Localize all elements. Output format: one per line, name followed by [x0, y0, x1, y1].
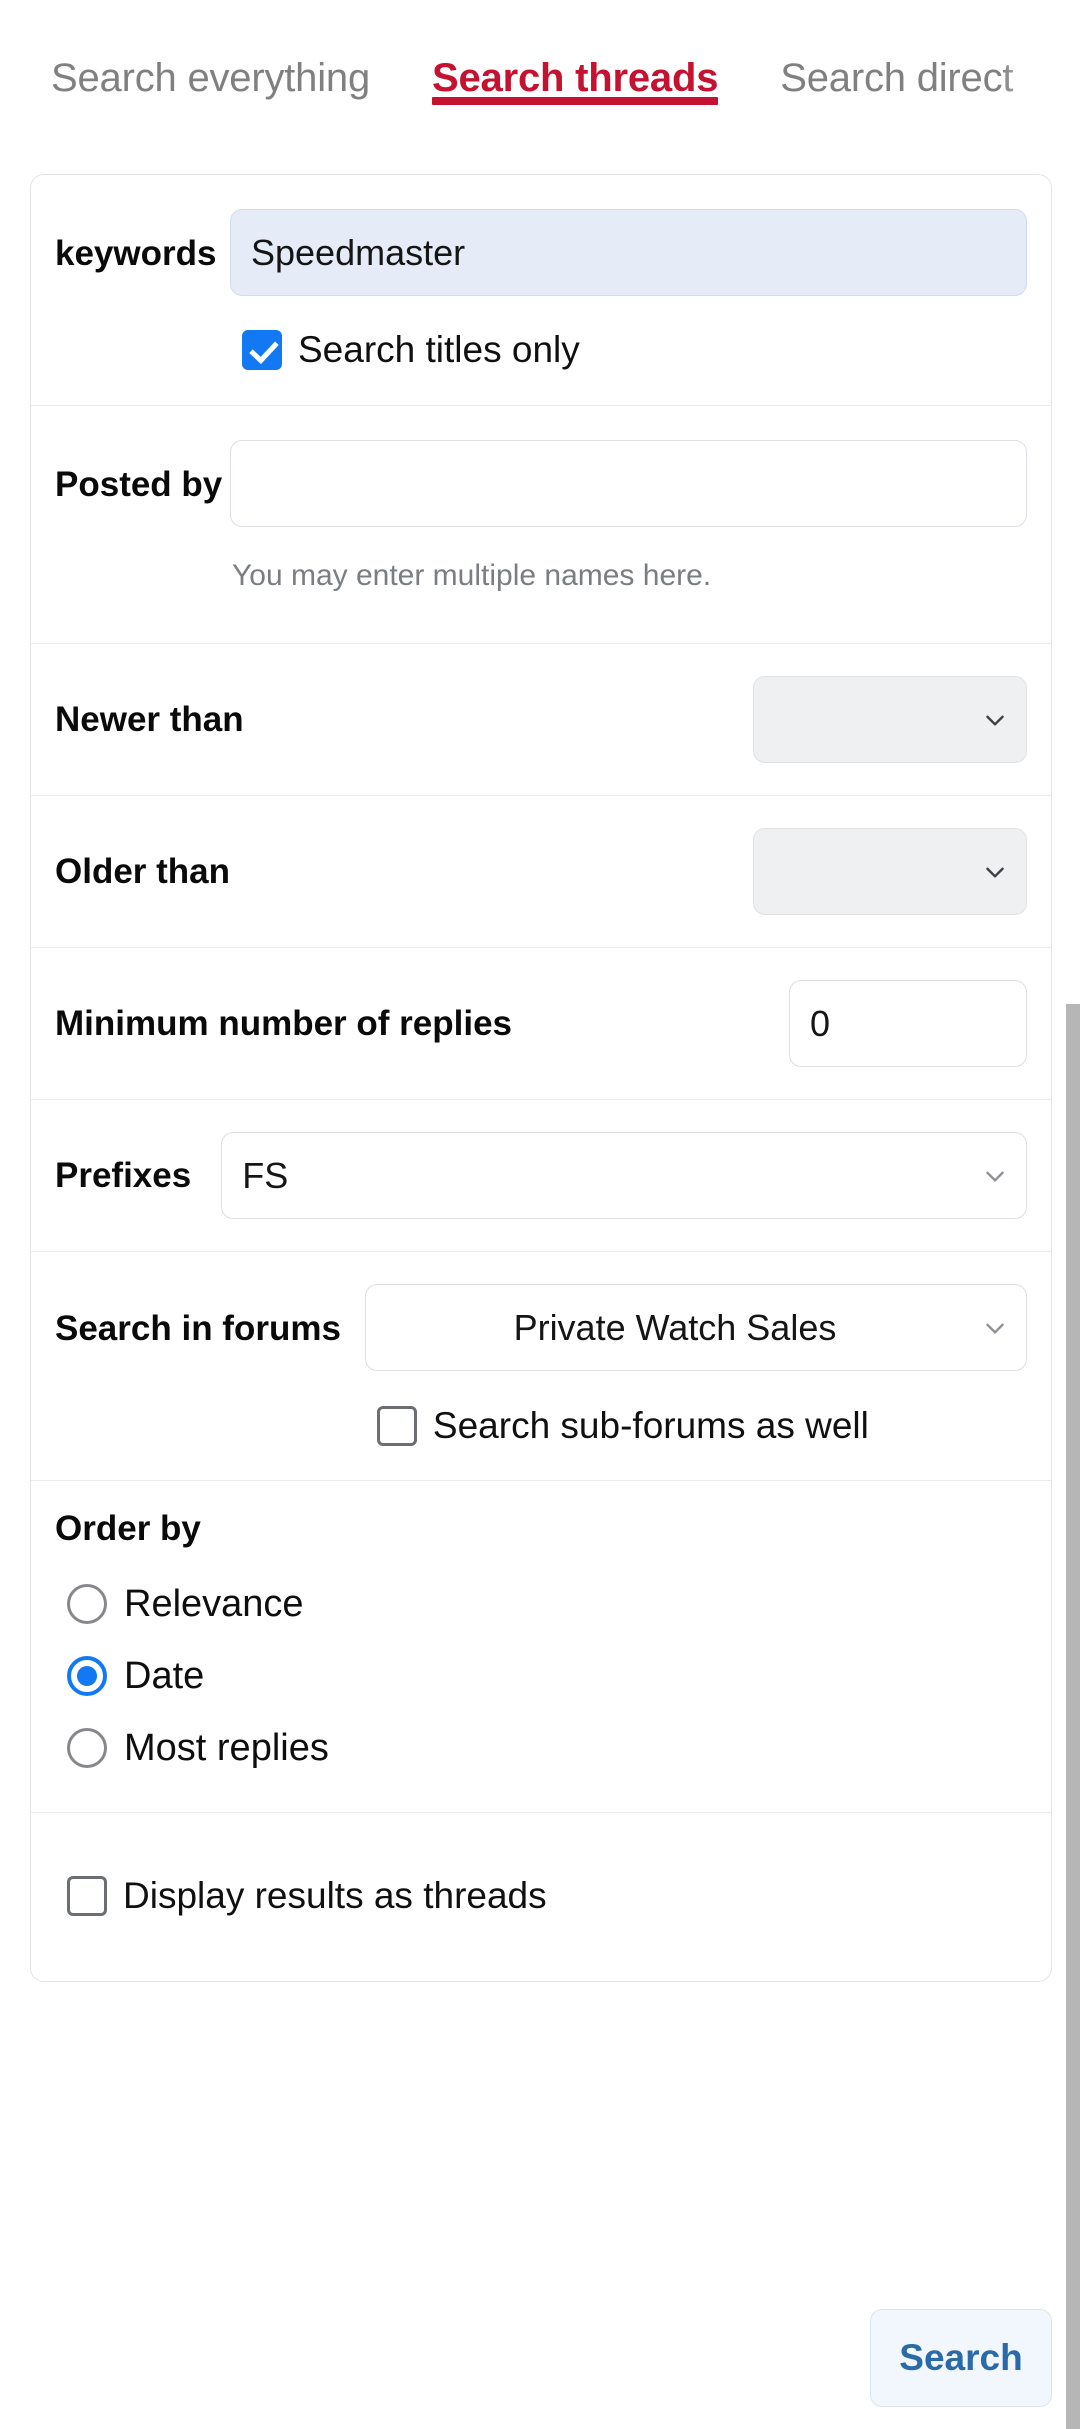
posted-by-hint: You may enter multiple names here. — [232, 559, 712, 592]
search-tab-bar: Search everything Search threads Search … — [0, 0, 1080, 141]
tab-label: Search everything — [51, 56, 371, 100]
tab-label: Search threads — [432, 56, 719, 100]
chevron-down-icon — [982, 1315, 1008, 1341]
newer-than-label: Newer than — [55, 700, 244, 739]
display-as-threads-label: Display results as threads — [123, 1875, 547, 1916]
row-search-in-forums: Search in forums Private Watch Sales Sea… — [31, 1252, 1051, 1481]
search-in-forums-label: Search in forums — [55, 1309, 341, 1348]
search-titles-only-checkbox-row[interactable]: Search titles only — [242, 327, 1027, 373]
display-as-threads-checkbox-row[interactable]: Display results as threads — [67, 1873, 1027, 1919]
form-actions: Search — [30, 2309, 1052, 2407]
order-by-option-relevance[interactable]: Relevance — [67, 1584, 1027, 1624]
tab-search-threads[interactable]: Search threads — [401, 0, 749, 141]
active-tab-underline — [432, 97, 719, 105]
row-keywords: keywords Speedmaster Search titles only — [31, 175, 1051, 406]
chevron-down-icon — [982, 707, 1008, 733]
search-subforums-checkbox[interactable] — [376, 1406, 417, 1446]
row-newer-than: Newer than — [31, 644, 1051, 796]
order-by-option-most-replies[interactable]: Most replies — [67, 1728, 1027, 1768]
row-prefixes: Prefixes FS — [31, 1100, 1051, 1252]
radio-date[interactable] — [67, 1656, 107, 1696]
prefixes-value: FS — [242, 1155, 289, 1196]
min-replies-label: Minimum number of replies — [55, 1004, 512, 1043]
order-by-option-date[interactable]: Date — [67, 1656, 1027, 1696]
min-replies-input[interactable]: 0 — [789, 980, 1027, 1067]
search-button[interactable]: Search — [870, 2309, 1052, 2407]
search-in-forums-select[interactable]: Private Watch Sales — [364, 1284, 1027, 1371]
search-titles-only-label: Search titles only — [298, 329, 580, 370]
search-subforums-checkbox-row[interactable]: Search sub-forums as well — [376, 1401, 1027, 1450]
order-by-option-label: Relevance — [124, 1583, 304, 1625]
row-display-as-threads: Display results as threads — [31, 1813, 1051, 1981]
keywords-input[interactable]: Speedmaster — [230, 209, 1027, 296]
tab-search-everything[interactable]: Search everything — [20, 0, 401, 141]
row-min-replies: Minimum number of replies 0 — [31, 948, 1051, 1100]
keywords-label: keywords — [55, 234, 217, 273]
newer-than-select[interactable] — [753, 676, 1027, 763]
prefixes-select[interactable]: FS — [221, 1132, 1027, 1219]
radio-relevance[interactable] — [67, 1584, 107, 1624]
search-titles-only-checkbox[interactable] — [242, 330, 282, 370]
tabs-scroller[interactable]: Search everything Search threads Search … — [0, 0, 1080, 141]
posted-by-label: Posted by — [55, 465, 223, 504]
search-in-forums-value: Private Watch Sales — [513, 1307, 837, 1348]
page-scrollbar-thumb[interactable] — [1066, 1004, 1080, 2429]
chevron-down-icon — [982, 1163, 1008, 1189]
chevron-down-icon — [982, 859, 1008, 885]
display-as-threads-checkbox[interactable] — [67, 1876, 107, 1916]
order-by-option-label: Most replies — [124, 1727, 329, 1769]
prefixes-label: Prefixes — [55, 1156, 192, 1195]
row-posted-by: Posted by You may enter multiple names h… — [31, 406, 1051, 644]
row-order-by: Order by Relevance Date Most replies — [31, 1481, 1051, 1813]
order-by-label: Order by — [55, 1509, 201, 1548]
older-than-label: Older than — [55, 852, 231, 891]
search-subforums-label: Search sub-forums as well — [432, 1405, 869, 1446]
tab-label: Search direct — [780, 56, 1014, 100]
search-form-card: keywords Speedmaster Search titles only … — [30, 174, 1052, 1982]
older-than-select[interactable] — [753, 828, 1027, 915]
order-by-option-label: Date — [124, 1655, 205, 1697]
tab-search-direct[interactable]: Search direct — [749, 0, 1044, 141]
posted-by-input[interactable] — [230, 440, 1027, 527]
radio-most-replies[interactable] — [67, 1728, 107, 1768]
row-older-than: Older than — [31, 796, 1051, 948]
